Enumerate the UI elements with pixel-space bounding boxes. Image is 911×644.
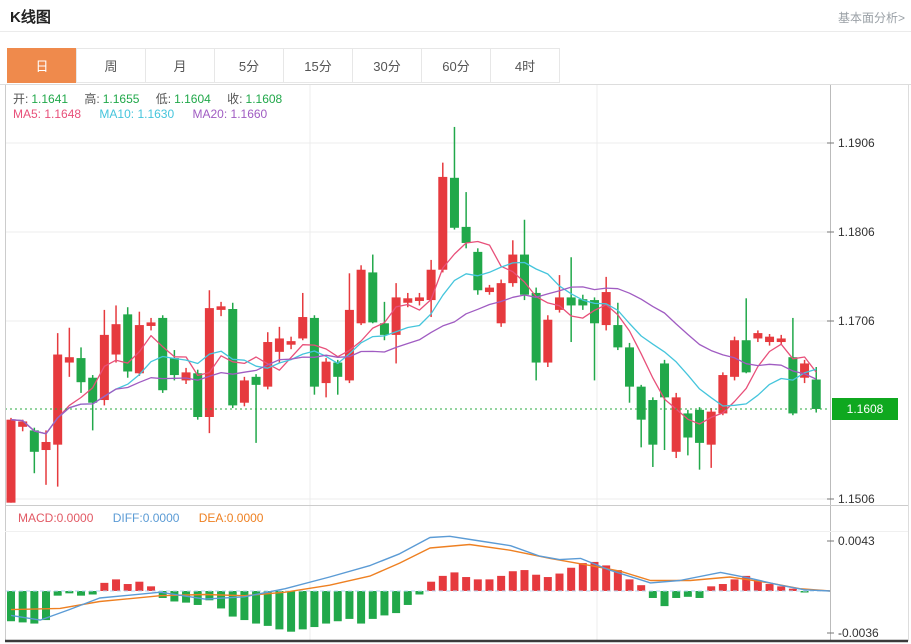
macd-axis-bottom: -0.0036 [838, 626, 879, 640]
tab-5min[interactable]: 5分 [214, 48, 284, 83]
ohlc-readout: 开:1.1641 高: 1.1655 低:1.1604 收: 1.1608 [13, 90, 295, 107]
axis-tick-1: 1.1906 [838, 136, 875, 150]
axis-tick-3: 1.1706 [838, 314, 875, 328]
tab-week[interactable]: 周 [76, 48, 146, 83]
close-value: 1.1608 [246, 92, 283, 106]
open-label: 开: [13, 92, 28, 106]
open-value: 1.1641 [31, 92, 68, 106]
low-value: 1.1604 [174, 92, 211, 106]
close-label: 收: [227, 92, 242, 106]
tab-15min[interactable]: 15分 [283, 48, 353, 83]
fundamental-analysis-link[interactable]: 基本面分析> [838, 9, 905, 26]
tab-day[interactable]: 日 [7, 48, 77, 83]
macd-readout: MACD:0.0000 DIFF:0.0000 DEA:0.0000 [18, 511, 279, 525]
high-value: 1.1655 [103, 92, 140, 106]
low-label: 低: [156, 92, 171, 106]
page-title: K线图 [10, 6, 51, 27]
ma5-readout: MA5: 1.1648 [13, 107, 81, 121]
module-header: K线图 基本面分析> [0, 0, 911, 32]
ma10-readout: MA10: 1.1630 [99, 107, 174, 121]
tab-30min[interactable]: 30分 [352, 48, 422, 83]
diff-value: DIFF:0.0000 [113, 511, 180, 525]
period-tabs: 日 周 月 5分 15分 30分 60分 4时 [8, 48, 560, 83]
ma20-readout: MA20: 1.1660 [192, 107, 267, 121]
macd-axis-top: 0.0043 [838, 534, 875, 548]
tab-4hour[interactable]: 4时 [490, 48, 560, 83]
axis-tick-4: 1.1506 [838, 492, 875, 506]
high-label: 高: [84, 92, 99, 106]
ma-readout: MA5: 1.1648 MA10: 1.1630 MA20: 1.1660 [13, 107, 282, 121]
tab-month[interactable]: 月 [145, 48, 215, 83]
axis-tick-2: 1.1806 [838, 225, 875, 239]
tab-60min[interactable]: 60分 [421, 48, 491, 83]
macd-value: MACD:0.0000 [18, 511, 93, 525]
current-price-badge: 1.1608 [832, 398, 898, 420]
dea-value: DEA:0.0000 [199, 511, 264, 525]
